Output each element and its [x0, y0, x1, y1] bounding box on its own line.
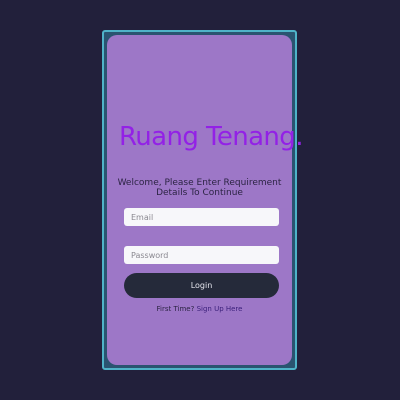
login-card: Ruang Tenang. Welcome, Please Enter Requ…	[107, 35, 303, 365]
signup-prompt-text: First Time?	[156, 305, 195, 313]
signup-link[interactable]: Sign Up Here	[197, 305, 243, 313]
login-button[interactable]: Login	[124, 273, 279, 298]
email-field[interactable]	[124, 208, 279, 226]
signup-prompt: First Time? Sign Up Here	[107, 305, 292, 313]
brand-title: Ruang Tenang.	[119, 122, 303, 152]
welcome-message: Welcome, Please Enter Requirement Detail…	[117, 178, 282, 198]
login-frame: Ruang Tenang. Welcome, Please Enter Requ…	[102, 30, 303, 370]
password-field[interactable]	[124, 246, 279, 264]
